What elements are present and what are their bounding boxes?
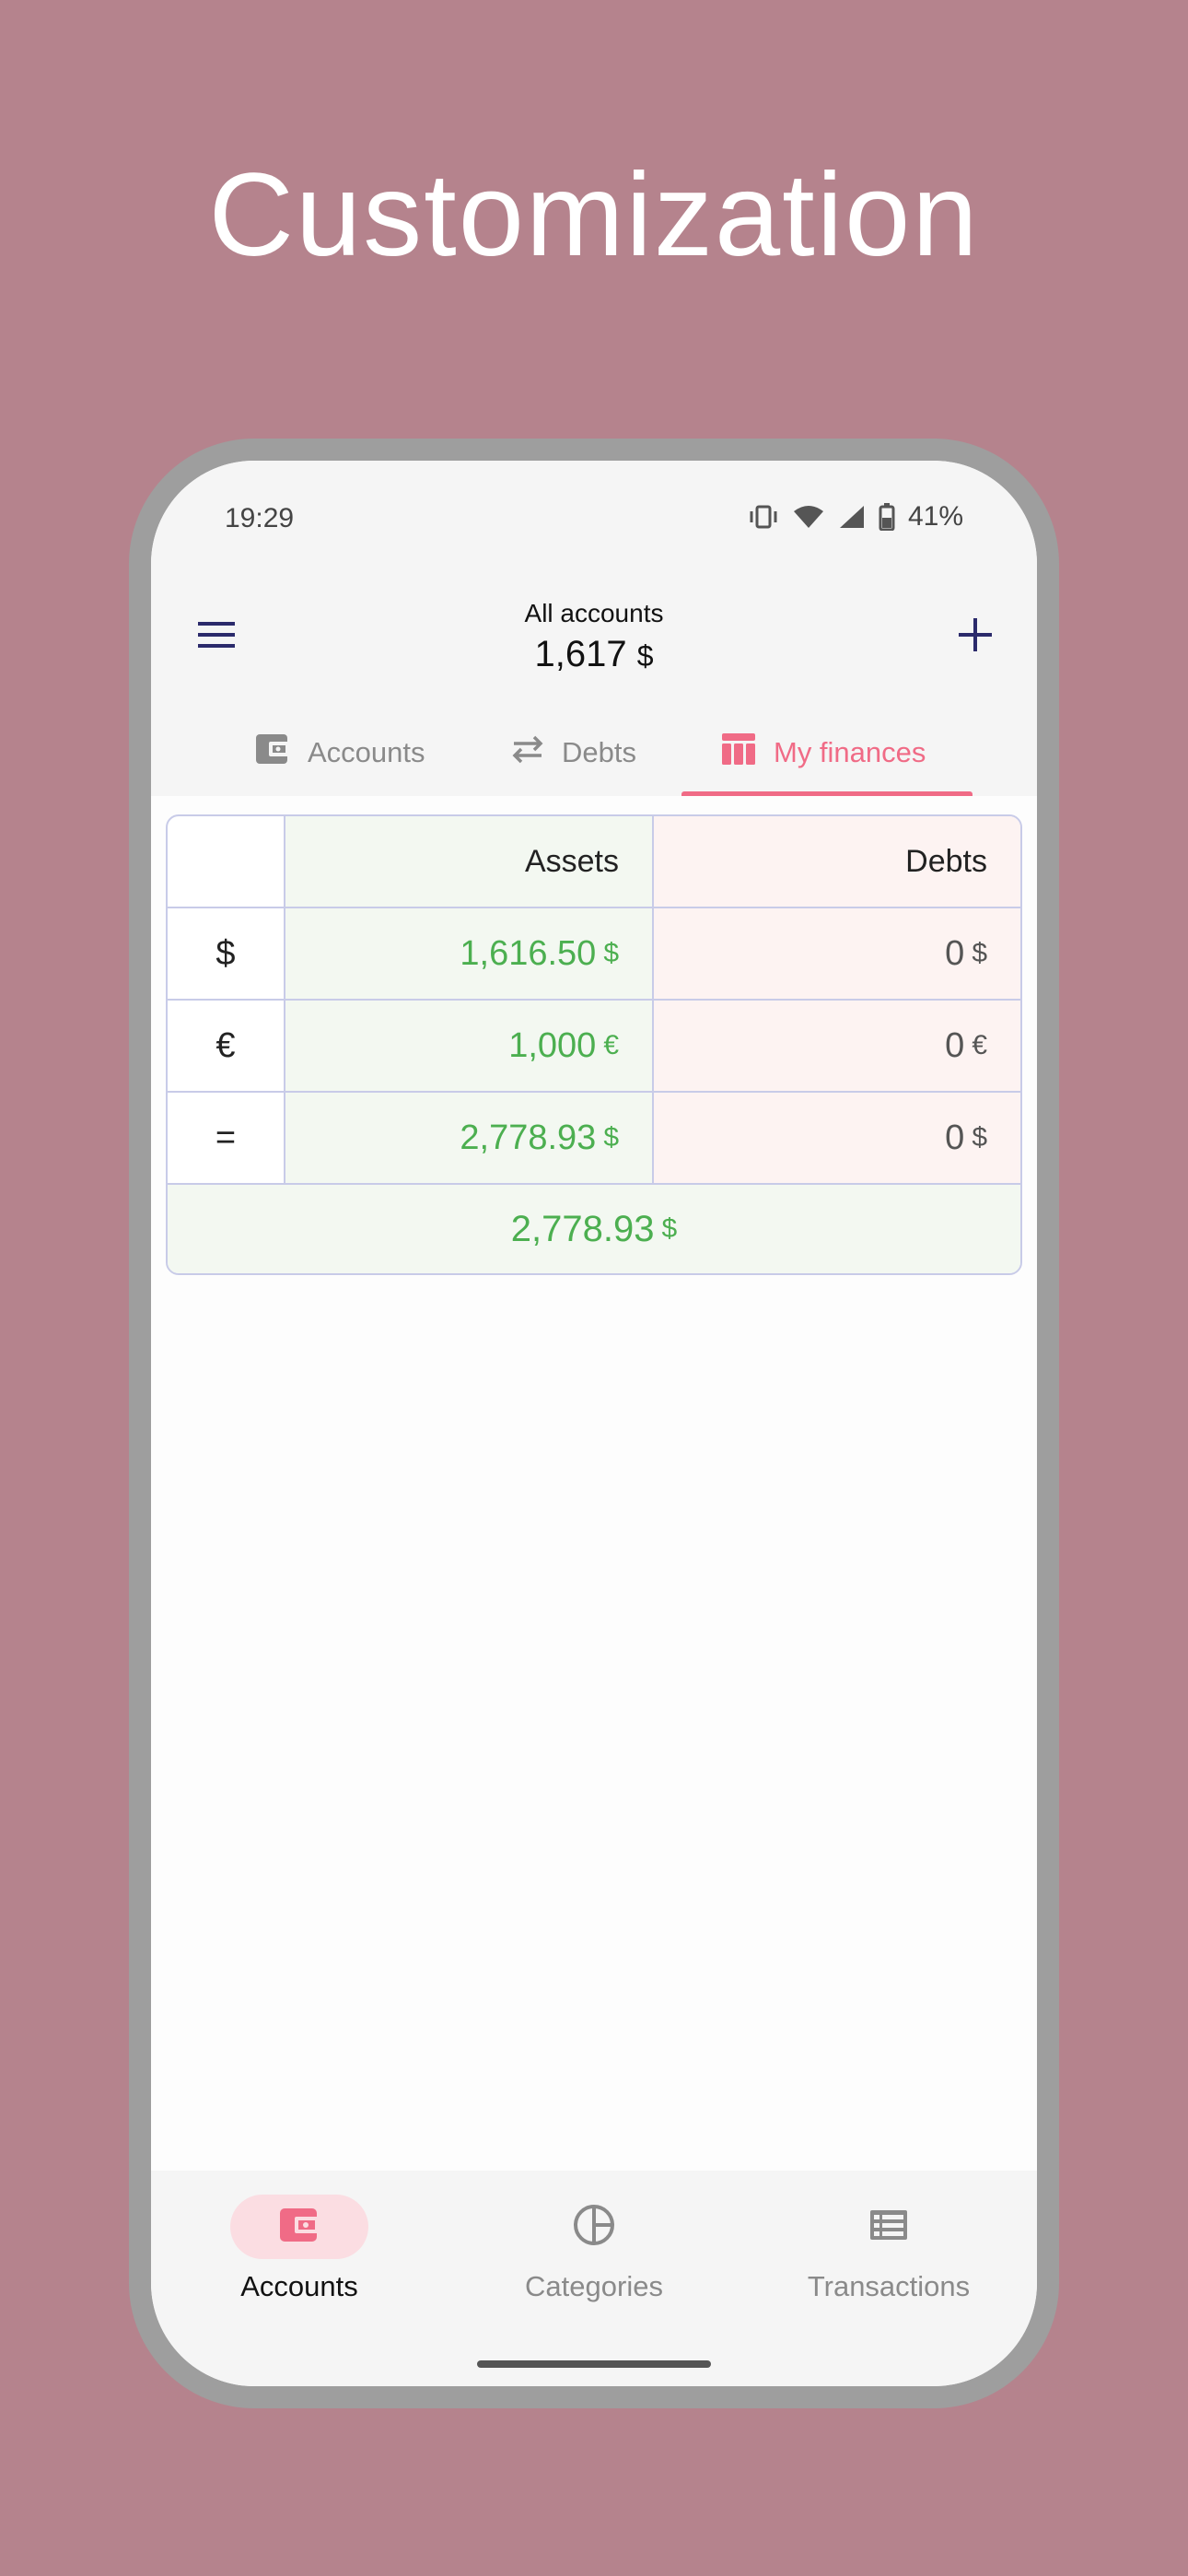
top-area: 19:29 41% All accounts 1,617 $ Accounts … xyxy=(151,461,1037,796)
status-icons: 41% xyxy=(748,501,963,533)
currency-symbol: $ xyxy=(168,908,285,999)
tab-my-finances-label: My finances xyxy=(774,736,926,768)
nav-transactions-label: Transactions xyxy=(807,2270,971,2302)
promo-title: Customization xyxy=(208,149,980,281)
active-tab-indicator xyxy=(681,791,973,796)
debts-value: 0 xyxy=(945,1025,965,1065)
assets-currency: € xyxy=(603,1030,619,1060)
plus-icon xyxy=(957,616,994,658)
nav-accounts-label: Accounts xyxy=(240,2270,358,2302)
currency-symbol: = xyxy=(168,1093,285,1183)
total-balance-currency: $ xyxy=(636,639,654,673)
nav-categories[interactable]: Categories xyxy=(447,2195,741,2303)
nav-transactions-pill xyxy=(820,2195,958,2259)
assets-currency: $ xyxy=(603,1122,619,1153)
table-row[interactable]: = 2,778.93 $ 0 $ xyxy=(168,1093,1020,1185)
table-row[interactable]: $ 1,616.50 $ 0 $ xyxy=(168,908,1020,1001)
tab-debts-label: Debts xyxy=(562,736,636,768)
net-total-value: 2,778.93 xyxy=(510,1208,655,1249)
status-time: 19:29 xyxy=(225,503,295,533)
nav-accounts[interactable]: Accounts xyxy=(152,2195,447,2303)
pie-chart-icon xyxy=(572,2203,616,2252)
wallet-icon xyxy=(278,2207,320,2248)
header-assets: Assets xyxy=(285,816,654,907)
battery-icon xyxy=(879,503,895,531)
header-debts-label: Debts xyxy=(905,843,987,879)
net-total-row: 2,778.93 $ xyxy=(168,1185,1020,1273)
debts-cell: 0 $ xyxy=(654,908,1020,999)
assets-currency: $ xyxy=(603,938,619,968)
table-icon xyxy=(720,732,757,774)
tab-accounts[interactable]: Accounts xyxy=(254,709,425,796)
wallet-icon xyxy=(254,732,291,773)
nav-categories-pill xyxy=(525,2195,663,2259)
vibrate-icon xyxy=(748,504,779,530)
assets-value: 2,778.93 xyxy=(460,1118,597,1157)
debts-value: 0 xyxy=(945,933,965,973)
currency-symbol: € xyxy=(168,1001,285,1091)
assets-cell: 1,616.50 $ xyxy=(285,908,654,999)
app-bar-title[interactable]: All accounts 1,617 $ xyxy=(151,599,1037,675)
total-balance-value: 1,617 xyxy=(534,634,627,674)
nav-accounts-pill xyxy=(230,2195,368,2259)
tab-my-finances[interactable]: My finances xyxy=(720,709,926,796)
tab-accounts-label: Accounts xyxy=(308,736,425,768)
signal-icon xyxy=(838,504,866,530)
header-debts: Debts xyxy=(654,816,1020,907)
tab-bar: Accounts Debts My finances xyxy=(151,709,1037,796)
wifi-icon xyxy=(792,504,825,530)
total-balance: 1,617 $ xyxy=(151,634,1037,675)
table-header-row: Assets Debts xyxy=(168,816,1020,908)
bottom-navigation: Accounts Categories Transactions xyxy=(151,2171,1037,2386)
debts-cell: 0 € xyxy=(654,1001,1020,1091)
phone-screen: 19:29 41% All accounts 1,617 $ Accounts … xyxy=(151,461,1037,2386)
assets-value: 1,616.50 xyxy=(460,933,597,973)
debts-value: 0 xyxy=(945,1118,965,1157)
header-empty-cell xyxy=(168,816,285,907)
finances-table: Assets Debts $ 1,616.50 $ 0 $ € 1,000 € 0 € … xyxy=(166,814,1022,1275)
debts-cell: 0 $ xyxy=(654,1093,1020,1183)
assets-cell: 2,778.93 $ xyxy=(285,1093,654,1183)
all-accounts-label: All accounts xyxy=(524,599,664,627)
nav-transactions[interactable]: Transactions xyxy=(741,2195,1036,2303)
assets-value: 1,000 xyxy=(508,1025,597,1065)
debts-currency: $ xyxy=(972,1122,987,1153)
net-total-currency: $ xyxy=(661,1213,678,1244)
list-icon xyxy=(868,2208,909,2246)
tab-debts[interactable]: Debts xyxy=(510,709,636,796)
swap-arrows-icon xyxy=(510,733,545,772)
home-indicator[interactable] xyxy=(477,2360,711,2368)
table-row[interactable]: € 1,000 € 0 € xyxy=(168,1001,1020,1093)
nav-categories-label: Categories xyxy=(525,2270,663,2302)
battery-percent: 41% xyxy=(907,501,963,532)
debts-currency: € xyxy=(972,1030,987,1060)
add-button[interactable] xyxy=(947,608,1004,665)
assets-cell: 1,000 € xyxy=(285,1001,654,1091)
header-assets-label: Assets xyxy=(524,843,619,879)
debts-currency: $ xyxy=(972,938,987,968)
